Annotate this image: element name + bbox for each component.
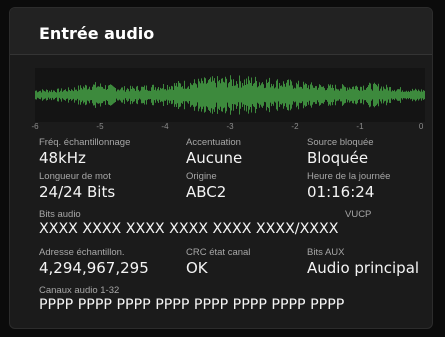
crc-value: OK [186,259,208,277]
audio-waveform [35,68,425,122]
panel-header: Entrée audio [10,8,432,55]
scale-tick: -5 [96,122,104,131]
crc-label: CRC état canal [186,247,251,258]
audio-bits-value: XXXX XXXX XXXX XXXX XXXX XXXX/XXXX [39,221,339,237]
emphasis-value: Aucune [186,149,243,167]
word-length-value: 24/24 Bits [39,183,116,201]
scale-tick: 0 [418,122,424,131]
aux-bits-value: Audio principal [307,259,420,277]
channels-value: PPPP PPPP PPPP PPPP PPPP PPPP PPPP PPPP [39,297,345,313]
waveform-scale: -6 -5 -4 -3 -2 -1 0 [31,122,425,134]
emphasis-label: Accentuation [186,137,241,148]
sample-rate-value: 48kHz [39,149,86,167]
scale-tick: -3 [226,122,234,131]
panel-title: Entrée audio [39,24,155,43]
channels-label: Canaux audio 1-32 [39,285,120,296]
vucp-label: VUCP [345,209,372,220]
audio-input-panel: Entrée audio -6 -5 -4 -3 -2 -1 0 Fréq. é… [9,7,433,329]
time-of-day-value: 01:16:24 [307,183,375,201]
waveform-graphic [35,75,425,115]
sample-address-value: 4,294,967,295 [39,259,149,277]
sample-rate-label: Fréq. échantillonnage [39,137,131,148]
sample-address-label: Adresse échantillon. [39,247,125,258]
scale-tick: -1 [356,122,364,131]
time-of-day-label: Heure de la journée [307,171,391,182]
scale-tick: -2 [291,122,299,131]
aux-bits-label: Bits AUX [307,247,345,258]
locked-source-value: Bloquée [307,149,369,167]
locked-source-label: Source bloquée [307,137,374,148]
scale-tick: -6 [31,122,39,131]
word-length-label: Longueur de mot [39,171,111,182]
origin-value: ABC2 [186,183,227,201]
scale-tick: -4 [161,122,169,131]
audio-bits-label: Bits audio [39,209,81,220]
origin-label: Origine [186,171,217,182]
